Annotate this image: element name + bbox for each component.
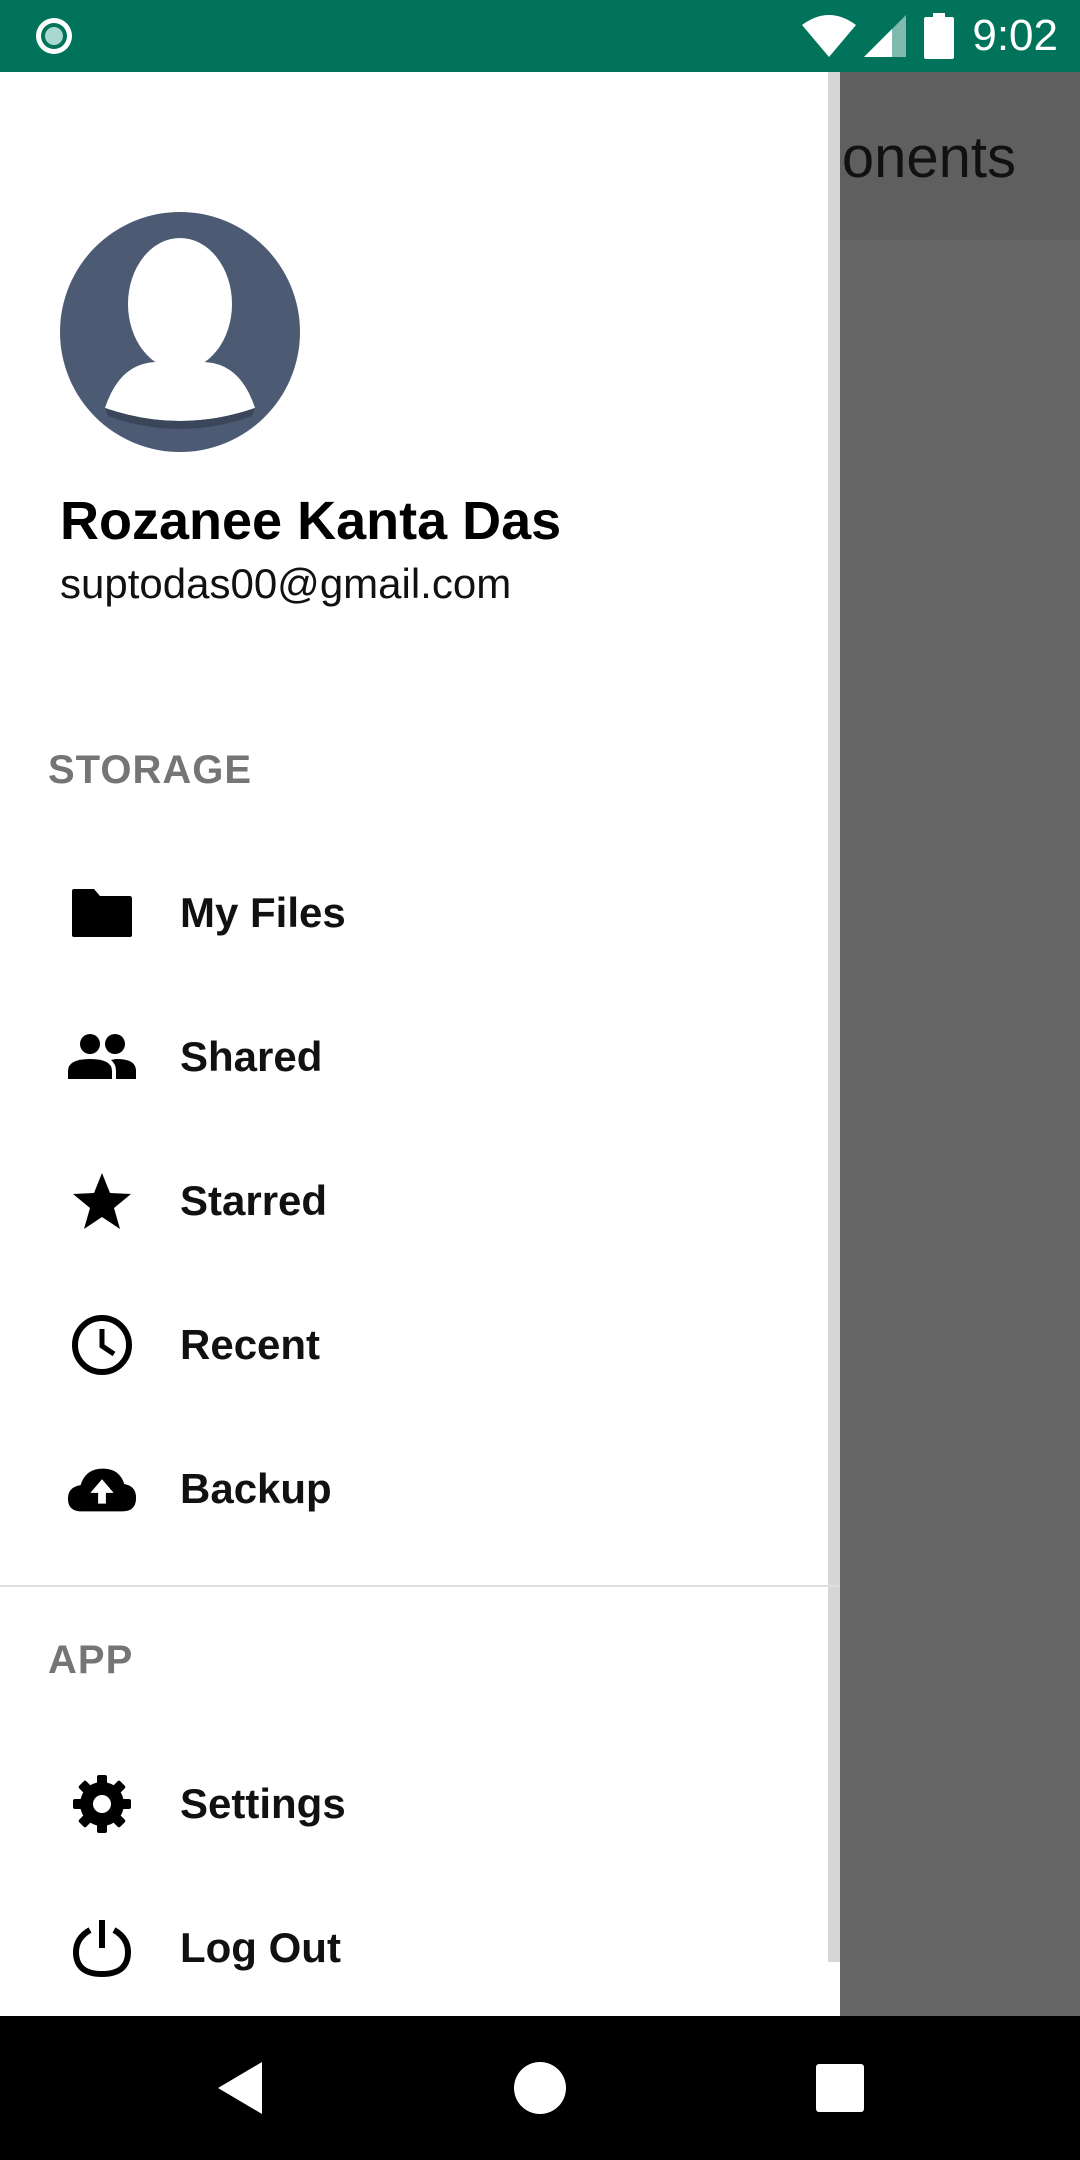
- battery-icon: [924, 13, 955, 59]
- status-time: 9:02: [972, 11, 1058, 60]
- nav-item-settings[interactable]: Settings: [0, 1732, 828, 1876]
- back-icon[interactable]: [210, 2058, 270, 2118]
- nav-item-label: My Files: [180, 889, 346, 936]
- nav-item-label: Recent: [180, 1321, 321, 1368]
- profile-email: suptodas00@gmail.com: [60, 560, 512, 607]
- nav-item-label: Shared: [180, 1033, 323, 1080]
- home-icon[interactable]: [510, 2058, 570, 2118]
- cell-signal-icon: [864, 15, 907, 57]
- star-icon: [66, 1165, 138, 1237]
- system-nav-bar: [0, 2016, 1080, 2160]
- gear-icon: [66, 1768, 138, 1840]
- nav-item-label: Starred: [180, 1177, 328, 1224]
- nav-item-shared[interactable]: Shared: [0, 985, 828, 1129]
- profile-name: Rozanee Kanta Das: [60, 491, 562, 551]
- nav-item-recent[interactable]: Recent: [0, 1273, 828, 1417]
- drawer-scrollbar[interactable]: [828, 72, 840, 1962]
- notification-icon: [36, 18, 72, 54]
- person-silhouette-icon: [105, 238, 255, 429]
- navigation-drawer: Rozanee Kanta Das suptodas00@gmail.com S…: [0, 72, 840, 2016]
- people-icon: [66, 1021, 138, 1093]
- avatar[interactable]: [60, 212, 300, 452]
- clock-icon: [66, 1309, 138, 1381]
- nav-item-log-out[interactable]: Log Out: [0, 1876, 828, 2016]
- nav-item-my-files[interactable]: My Files: [0, 841, 828, 985]
- nav-item-label: Backup: [180, 1465, 332, 1512]
- section-label-storage: STORAGE: [48, 748, 253, 792]
- section-divider: [0, 1585, 840, 1587]
- recents-icon[interactable]: [810, 2058, 870, 2118]
- section-label-app: APP: [48, 1638, 134, 1682]
- nav-item-label: Settings: [180, 1780, 346, 1827]
- nav-item-label: Log Out: [180, 1924, 341, 1971]
- folder-icon: [66, 877, 138, 949]
- cloud-upload-icon: [66, 1453, 138, 1525]
- nav-item-starred[interactable]: Starred: [0, 1129, 828, 1273]
- status-bar: 9:02: [0, 0, 1080, 72]
- nav-item-backup[interactable]: Backup: [0, 1417, 828, 1561]
- power-icon: [66, 1912, 138, 1984]
- wifi-icon: [802, 15, 857, 57]
